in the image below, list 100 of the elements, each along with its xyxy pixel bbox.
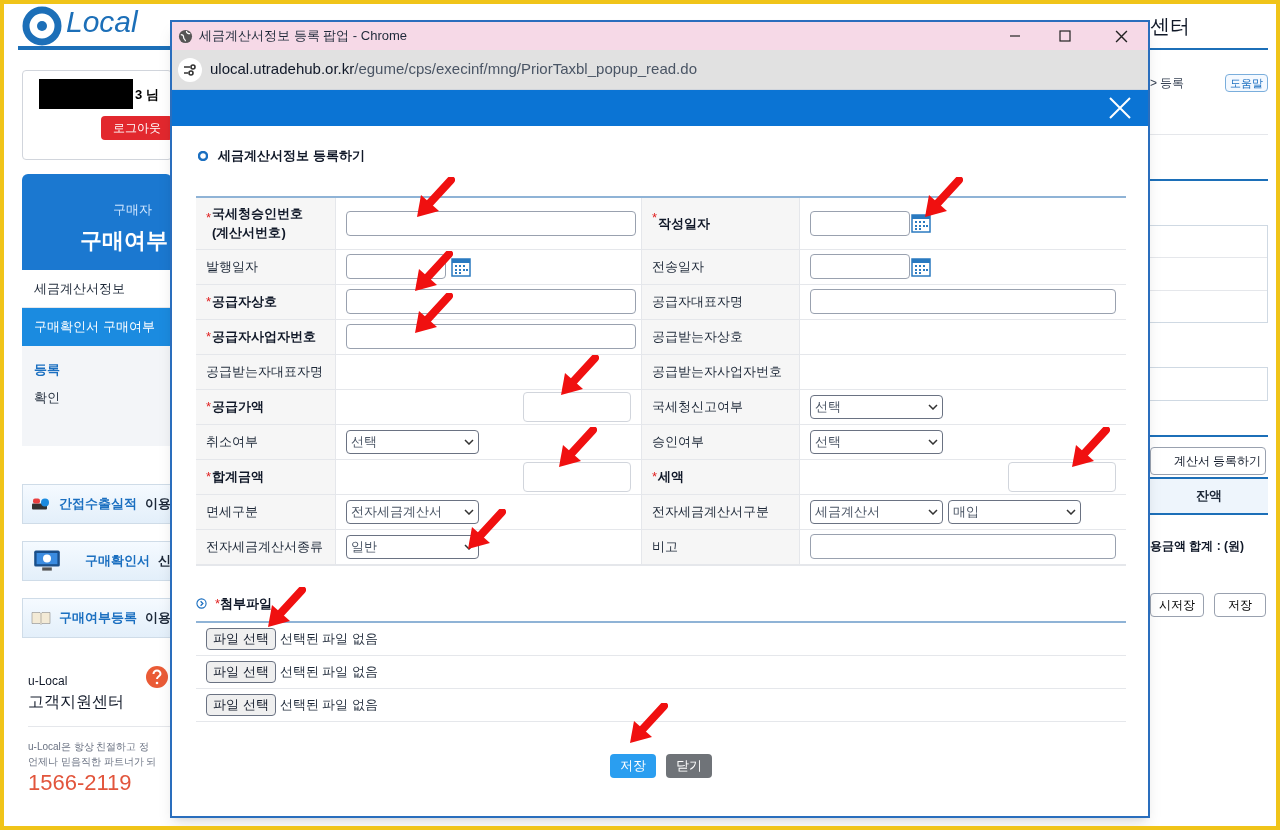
required-mark: * [206, 327, 212, 346]
file-button[interactable]: 파일 선택 [206, 661, 276, 683]
phone-number: 1566-2119 [28, 769, 133, 797]
field-label: 세액 [658, 468, 685, 486]
select-field[interactable]: 세금계산서 [810, 499, 943, 524]
globe-icon [178, 28, 193, 44]
input-field[interactable] [346, 210, 636, 236]
header-text: 센터 [1150, 14, 1191, 39]
required-mark: * [206, 397, 212, 416]
chevron-icon [928, 438, 938, 445]
support-text: u-Local은 항상 친절하고 정 [28, 740, 151, 754]
select-field[interactable]: 전자세금계산서 [346, 499, 479, 524]
site-info-icon[interactable] [178, 57, 202, 82]
required-mark: * [652, 208, 658, 227]
banner-text: 이용 [145, 609, 171, 628]
greeting-text: 3 님 [135, 86, 159, 104]
chevron-icon [196, 597, 207, 609]
input-field[interactable] [346, 289, 636, 314]
calendar-icon[interactable] [911, 256, 931, 277]
page-button[interactable]: 저장 [1214, 593, 1266, 617]
field-label: 공급받는자대표자명 [206, 363, 323, 381]
date-field[interactable] [810, 254, 910, 279]
support-text: 언제나 믿음직한 파트너가 되 [28, 755, 158, 769]
required-mark: * [206, 467, 212, 486]
banner[interactable]: 구매확인서 신 [22, 541, 172, 581]
select-field[interactable]: 일반 [346, 534, 479, 559]
field-label: 전자세금계산서구분 [652, 503, 769, 521]
file-button[interactable]: 파일 선택 [206, 628, 276, 650]
file-button[interactable]: 파일 선택 [206, 694, 276, 716]
total-label: 용금액 합계 : (원) [1150, 538, 1245, 555]
field-label: 작성일자 [658, 214, 711, 233]
panel-subtitle: 구매자 [113, 201, 153, 219]
close-icon[interactable] [1115, 29, 1128, 43]
field-label: 국세청승인번호 (계산서번호) [212, 205, 304, 242]
select-field[interactable]: 선택 [810, 429, 943, 454]
field-label: 공급가액 [212, 398, 265, 416]
calendar-icon[interactable] [911, 213, 931, 233]
banner-title: 구매여부등록 [59, 609, 137, 628]
annotation-arrow [413, 293, 453, 335]
bullet-icon [198, 150, 208, 161]
amount-field[interactable] [523, 391, 631, 422]
amount-field[interactable] [1008, 461, 1116, 492]
maximize-icon[interactable] [1059, 30, 1071, 42]
chevron-icon [928, 508, 938, 515]
field-label: 공급자대표자명 [652, 293, 743, 311]
field-label: 발행일자 [206, 258, 258, 276]
annotation-arrow [415, 177, 455, 219]
field-label: 면세구분 [206, 503, 258, 521]
input-field[interactable] [810, 534, 1116, 559]
select-field[interactable]: 매입 [948, 499, 1081, 524]
file-status: 선택된 파일 없음 [279, 663, 378, 682]
field-label: 비고 [652, 538, 678, 556]
date-field[interactable] [810, 210, 910, 236]
field-label: 합계금액 [212, 468, 265, 486]
field-label: 공급받는자상호 [652, 328, 743, 346]
required-mark: * [206, 208, 212, 227]
logout-button[interactable]: 로그아웃 [101, 116, 173, 140]
annotation-arrow [628, 703, 668, 745]
annotation-arrow [413, 251, 453, 293]
banner-text: 신 [158, 552, 171, 571]
submenu-item[interactable]: 등록 [34, 360, 172, 380]
field-label: 공급자상호 [212, 293, 278, 311]
section-title: 세금계산서정보 등록하기 [218, 147, 365, 165]
banner-title: 구매확인서 [85, 552, 150, 571]
support-title: 고객지원센터 [28, 692, 125, 712]
column-header: 잔액 [1150, 479, 1268, 513]
banner[interactable]: 구매여부등록 이용 [22, 598, 172, 638]
select-field[interactable]: 선택 [346, 429, 479, 454]
submenu-item[interactable]: 확인 [34, 387, 172, 407]
input-field[interactable] [346, 324, 636, 349]
chevron-icon [464, 438, 474, 445]
menu-item[interactable]: 구매확인서 구매여부 [22, 308, 172, 346]
annotation-arrow [466, 509, 506, 551]
support-brand: u-Local [28, 673, 68, 690]
banner[interactable]: 간접수출실적 이용 [22, 484, 172, 524]
select-field[interactable]: 선택 [810, 394, 943, 419]
chevron-icon [464, 508, 474, 515]
field-label: 전자세금계산서종류 [206, 538, 323, 556]
url-text[interactable]: ulocal.utradehub.or.kr/egume/cps/execinf/mng/PriorTaxbl_popup_read.do [210, 58, 697, 81]
required-mark: * [215, 594, 221, 613]
logo-icon[interactable] [22, 6, 62, 46]
chevron-icon [1066, 508, 1076, 515]
help-button[interactable]: 도움말 [1225, 74, 1268, 92]
close-button[interactable]: 닫기 [666, 754, 712, 778]
file-status: 선택된 파일 없음 [279, 696, 378, 715]
logo-text: Local [66, 6, 138, 38]
page-button[interactable]: 시저장 [1150, 593, 1204, 617]
banner-title: 간접수출실적 [59, 495, 137, 514]
annotation-arrow [923, 177, 963, 219]
input-field[interactable] [810, 289, 1116, 314]
field-label: 승인여부 [652, 433, 704, 451]
annotation-arrow [557, 427, 597, 469]
amount-field[interactable] [523, 461, 631, 492]
field-label: 국세청신고여부 [652, 398, 743, 416]
banner-text: 이용 [145, 495, 171, 514]
required-mark: * [206, 292, 212, 311]
field-label: 전송일자 [652, 258, 704, 276]
field-label: 공급받는자사업자번호 [652, 363, 782, 381]
calendar-icon[interactable] [451, 256, 471, 277]
register-button[interactable]: 계산서 등록하기 [1150, 447, 1266, 475]
